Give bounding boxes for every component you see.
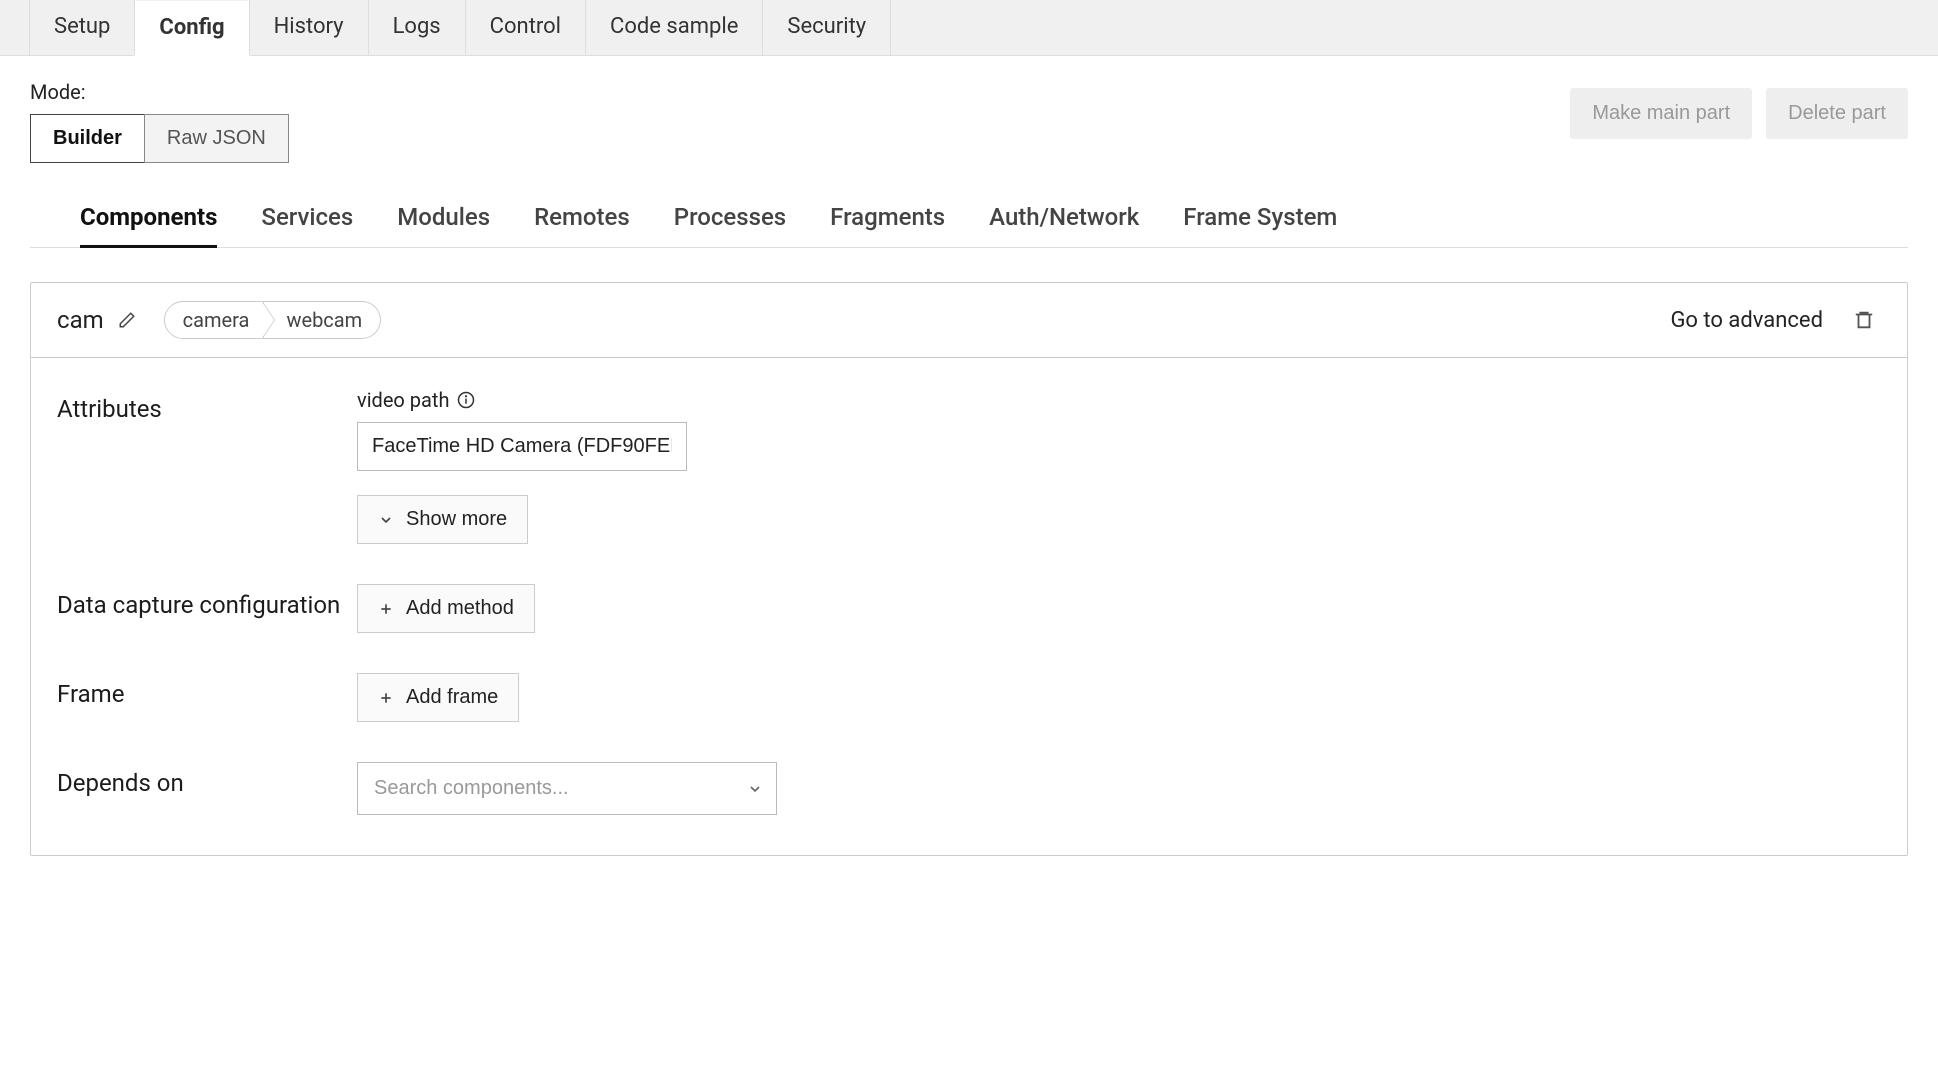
depends-on-input[interactable] [357,762,777,815]
video-path-input[interactable] [357,422,687,471]
delete-part-button[interactable]: Delete part [1766,88,1908,139]
add-method-button[interactable]: Add method [357,584,535,633]
component-name: cam [57,306,104,334]
tab-control[interactable]: Control [465,0,586,55]
component-card-body: Attributes video path [31,358,1907,855]
attributes-label: Attributes [57,388,357,425]
subtab-remotes[interactable]: Remotes [534,203,630,247]
data-capture-row: Data capture configuration Add method [57,584,1881,633]
depends-on-content [357,762,1881,815]
show-more-button[interactable]: Show more [357,495,528,544]
crumb-model[interactable]: webcam [264,301,381,339]
go-to-advanced-link[interactable]: Go to advanced [1670,308,1823,333]
add-method-label: Add method [406,597,514,620]
frame-label: Frame [57,673,357,710]
edit-name-icon[interactable] [118,311,136,329]
component-header-left: cam camera webcam [57,301,381,339]
crumb-type-label: camera [183,308,250,332]
mode-raw-json-button[interactable]: Raw JSON [144,114,289,163]
data-capture-label: Data capture configuration [57,584,357,621]
mode-builder-button[interactable]: Builder [30,114,144,163]
mode-label: Mode: [30,80,289,104]
info-icon[interactable] [457,391,475,409]
attributes-content: video path Sho [357,388,1881,544]
subtab-auth-network[interactable]: Auth/Network [989,203,1139,247]
video-path-label: video path [357,388,1881,412]
depends-on-label: Depends on [57,762,357,799]
plus-icon [378,690,394,706]
subtab-frame-system[interactable]: Frame System [1183,203,1337,247]
subtab-services[interactable]: Services [261,203,353,247]
attributes-row: Attributes video path [57,388,1881,544]
tab-logs[interactable]: Logs [368,0,466,55]
video-path-label-text: video path [357,388,449,412]
frame-row: Frame Add frame [57,673,1881,722]
tab-setup[interactable]: Setup [29,0,135,55]
subtab-processes[interactable]: Processes [674,203,786,247]
subtab-components[interactable]: Components [80,203,217,248]
component-header-right: Go to advanced [1670,308,1875,333]
show-more-label: Show more [406,508,507,531]
crumb-model-label: webcam [286,308,362,332]
depends-on-select[interactable] [357,762,777,815]
add-frame-label: Add frame [406,686,498,709]
part-actions: Make main part Delete part [1570,88,1908,139]
crumb-type[interactable]: camera [164,301,265,339]
subtab-fragments[interactable]: Fragments [830,203,945,247]
tab-code-sample[interactable]: Code sample [585,0,763,55]
mode-block: Mode: Builder Raw JSON [30,80,289,163]
tab-config[interactable]: Config [134,1,249,56]
plus-icon [378,601,394,617]
make-main-part-button[interactable]: Make main part [1570,88,1752,139]
mode-toggle: Builder Raw JSON [30,114,289,163]
delete-component-icon[interactable] [1853,308,1875,332]
top-tabs: Setup Config History Logs Control Code s… [0,0,1938,56]
frame-content: Add frame [357,673,1881,722]
component-type-breadcrumb: camera webcam [164,301,382,339]
tab-security[interactable]: Security [762,0,891,55]
data-capture-content: Add method [357,584,1881,633]
subtab-modules[interactable]: Modules [397,203,490,247]
add-frame-button[interactable]: Add frame [357,673,519,722]
tab-history[interactable]: History [249,0,369,55]
component-card-header: cam camera webcam Go to advanced [31,283,1907,358]
mode-row: Mode: Builder Raw JSON Make main part De… [0,56,1938,173]
chevron-down-icon [378,512,394,528]
config-sub-nav: Components Services Modules Remotes Proc… [30,173,1908,248]
depends-on-row: Depends on [57,762,1881,815]
component-card: cam camera webcam Go to advanced [30,282,1908,856]
